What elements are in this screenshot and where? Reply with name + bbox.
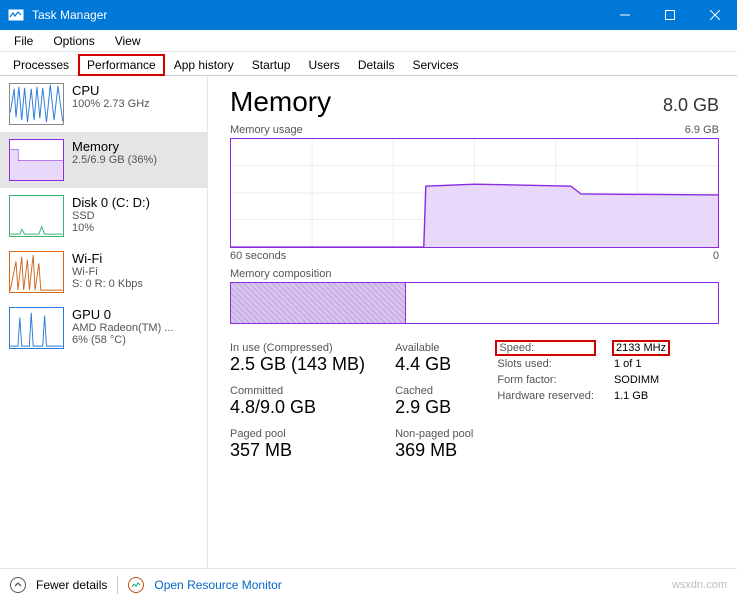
stats-left: In use (Compressed) 2.5 GB (143 MB) Avai… — [230, 342, 473, 461]
usage-max: 6.9 GB — [685, 124, 719, 136]
sidebar-item-sub2: 6% (58 °C) — [72, 334, 198, 346]
speed-value: 2133 MHz — [612, 340, 670, 356]
hw-reserved-label: Hardware reserved: — [497, 390, 594, 402]
separator — [117, 576, 118, 594]
title-bar: Task Manager — [0, 0, 737, 30]
stat-value: 4.8/9.0 GB — [230, 397, 365, 418]
stat-value: 2.9 GB — [395, 397, 473, 418]
stat-label: Committed — [230, 385, 365, 397]
tab-services[interactable]: Services — [404, 54, 468, 76]
tab-details[interactable]: Details — [349, 54, 404, 76]
sidebar-item-label: GPU 0 — [72, 307, 198, 322]
stat-label: Non-paged pool — [395, 428, 473, 440]
sidebar-item-wifi[interactable]: Wi-Fi Wi-Fi S: 0 R: 0 Kbps — [0, 244, 207, 300]
form-factor-label: Form factor: — [497, 374, 594, 386]
detail-pane: Memory 8.0 GB Memory usage 6.9 GB 60 sec… — [208, 76, 737, 568]
watermark: wsxdn.com — [672, 579, 727, 591]
tab-performance[interactable]: Performance — [78, 54, 165, 76]
tab-startup[interactable]: Startup — [243, 54, 300, 76]
sidebar-item-sub: Wi-Fi — [72, 266, 198, 278]
stat-label: Available — [395, 342, 473, 354]
memory-thumb — [9, 139, 64, 181]
stat-label: Paged pool — [230, 428, 365, 440]
sidebar-item-sub: 100% 2.73 GHz — [72, 98, 198, 110]
stats-right: Speed: 2133 MHz Slots used: 1 of 1 Form … — [497, 342, 668, 461]
stat-value: 369 MB — [395, 440, 473, 461]
slots-value: 1 of 1 — [614, 358, 668, 370]
composition-label: Memory composition — [230, 268, 331, 280]
sidebar-item-label: Memory — [72, 139, 198, 154]
menu-options[interactable]: Options — [43, 32, 104, 50]
form-factor-value: SODIMM — [614, 374, 668, 386]
sidebar-item-gpu[interactable]: GPU 0 AMD Radeon(TM) ... 6% (58 °C) — [0, 300, 207, 356]
wifi-thumb — [9, 251, 64, 293]
disk-thumb — [9, 195, 64, 237]
menu-view[interactable]: View — [105, 32, 151, 50]
sidebar-item-label: Disk 0 (C: D:) — [72, 195, 198, 210]
task-manager-icon — [8, 7, 24, 23]
tab-users[interactable]: Users — [299, 54, 348, 76]
window-title: Task Manager — [32, 8, 602, 22]
footer-bar: Fewer details Open Resource Monitor wsxd… — [0, 568, 737, 600]
tab-app-history[interactable]: App history — [165, 54, 243, 76]
memory-usage-chart[interactable] — [230, 138, 719, 248]
gpu-thumb — [9, 307, 64, 349]
hw-reserved-value: 1.1 GB — [614, 390, 668, 402]
resource-sidebar: CPU 100% 2.73 GHz Memory 2.5/6.9 GB (36%… — [0, 76, 208, 568]
stat-value: 2.5 GB (143 MB) — [230, 354, 365, 375]
page-title: Memory — [230, 86, 331, 118]
resource-monitor-icon — [128, 577, 144, 593]
tab-processes[interactable]: Processes — [4, 54, 78, 76]
cpu-thumb — [9, 83, 64, 125]
sidebar-item-sub: AMD Radeon(TM) ... — [72, 322, 198, 334]
sidebar-item-label: CPU — [72, 83, 198, 98]
usage-label: Memory usage — [230, 124, 303, 136]
sidebar-item-cpu[interactable]: CPU 100% 2.73 GHz — [0, 76, 207, 132]
speed-label: Speed: — [495, 340, 596, 356]
axis-left: 60 seconds — [230, 250, 286, 262]
tab-strip: Processes Performance App history Startu… — [0, 52, 737, 76]
stat-value: 357 MB — [230, 440, 365, 461]
sidebar-item-sub: 2.5/6.9 GB (36%) — [72, 154, 198, 166]
axis-right: 0 — [713, 250, 719, 262]
memory-composition-chart[interactable] — [230, 282, 719, 324]
close-button[interactable] — [692, 0, 737, 30]
sidebar-item-disk[interactable]: Disk 0 (C: D:) SSD 10% — [0, 188, 207, 244]
menu-file[interactable]: File — [4, 32, 43, 50]
sidebar-item-memory[interactable]: Memory 2.5/6.9 GB (36%) — [0, 132, 207, 188]
stat-label: Cached — [395, 385, 473, 397]
sidebar-item-sub: SSD — [72, 210, 198, 222]
stat-value: 4.4 GB — [395, 354, 473, 375]
memory-capacity: 8.0 GB — [663, 95, 719, 116]
fewer-details-link[interactable]: Fewer details — [36, 578, 107, 592]
sidebar-item-sub2: S: 0 R: 0 Kbps — [72, 278, 198, 290]
stat-label: In use (Compressed) — [230, 342, 365, 354]
open-resource-monitor-link[interactable]: Open Resource Monitor — [154, 578, 281, 592]
slots-label: Slots used: — [497, 358, 594, 370]
sidebar-item-label: Wi-Fi — [72, 251, 198, 266]
chevron-up-icon[interactable] — [10, 577, 26, 593]
menu-bar: File Options View — [0, 30, 737, 52]
maximize-button[interactable] — [647, 0, 692, 30]
sidebar-item-sub2: 10% — [72, 222, 198, 234]
minimize-button[interactable] — [602, 0, 647, 30]
